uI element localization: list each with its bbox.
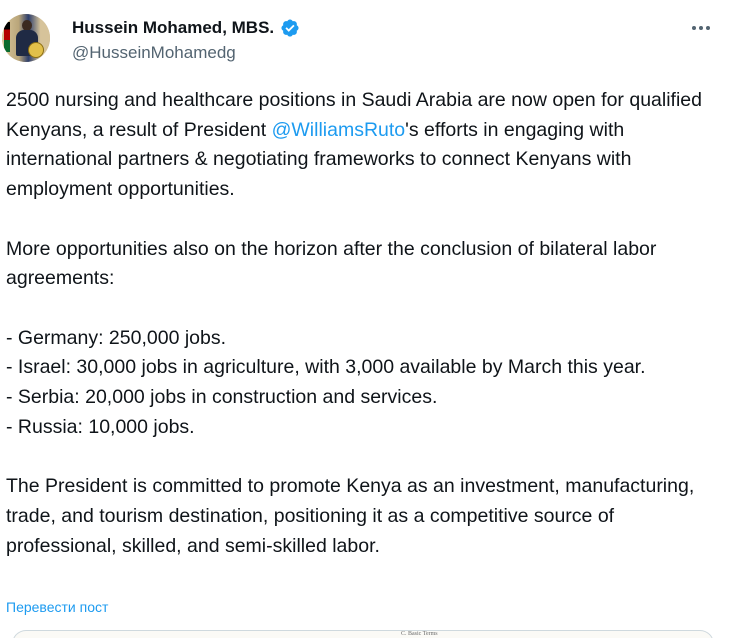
more-horizontal-icon [692, 26, 696, 30]
translate-post-link[interactable]: Перевести пост [6, 599, 108, 615]
tweet-text: 2500 nursing and healthcare positions in… [6, 86, 706, 561]
media-text: C. Basic Terms [401, 631, 438, 637]
list-item: - Israel: 30,000 jobs in agriculture, wi… [6, 356, 646, 379]
mention-link[interactable]: @WilliamsRuto [272, 119, 406, 141]
paragraph-1: 2500 nursing and healthcare positions in… [6, 89, 702, 201]
list-item: - Germany: 250,000 jobs. [6, 326, 227, 349]
paragraph-2: More opportunities also on the horizon a… [6, 237, 657, 290]
display-name[interactable]: Hussein Mohamed, MBS. [72, 18, 274, 38]
tweet: Hussein Mohamed, MBS. @HusseinMohamedg 2… [0, 0, 729, 638]
handle[interactable]: @HusseinMohamedg [72, 43, 236, 63]
paragraph-3: The President is committed to promote Ke… [6, 475, 695, 557]
list-item: - Russia: 10,000 jobs. [6, 415, 195, 438]
name-row: Hussein Mohamed, MBS. [72, 16, 300, 40]
more-options-button[interactable] [689, 16, 713, 40]
avatar[interactable] [2, 14, 50, 62]
list-item: - Serbia: 20,000 jobs in construction an… [6, 386, 438, 408]
tweet-header: Hussein Mohamed, MBS. @HusseinMohamedg [0, 12, 729, 68]
media-attachment[interactable]: C. Basic Terms [12, 630, 714, 638]
verified-badge-icon[interactable] [280, 18, 300, 38]
